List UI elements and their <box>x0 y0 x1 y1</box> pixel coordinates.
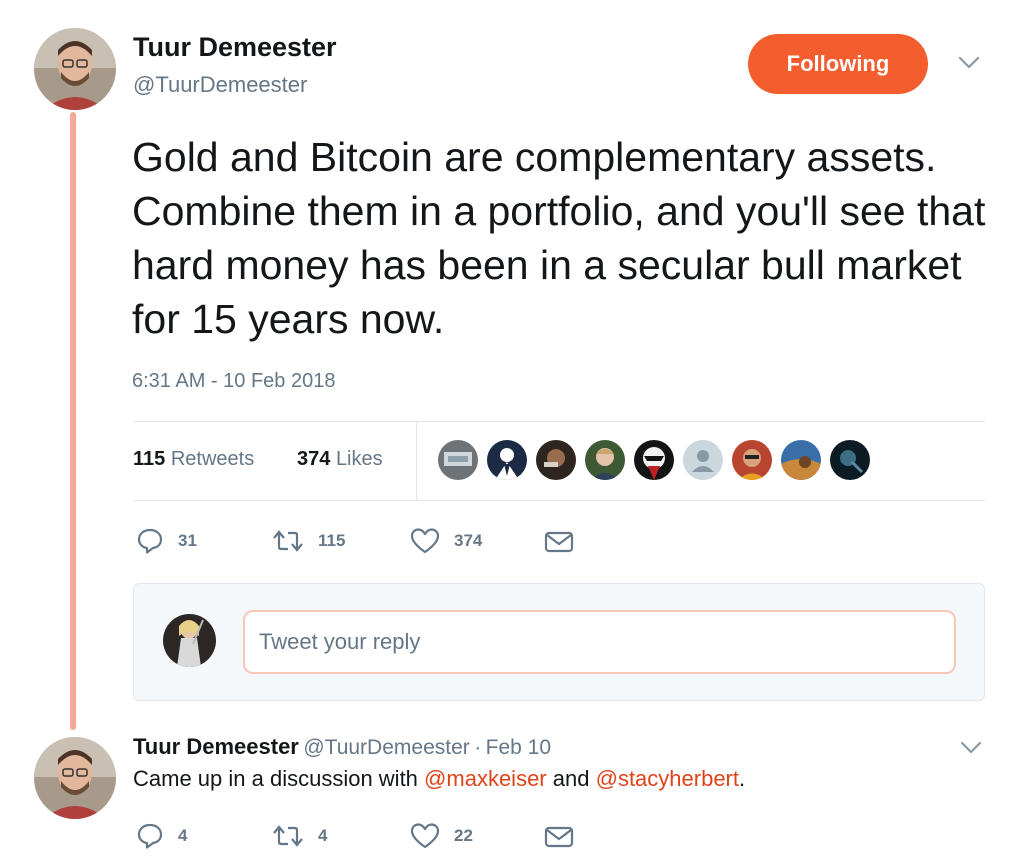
liker-avatar[interactable] <box>732 440 772 480</box>
envelope-icon <box>544 531 574 553</box>
retweet-action[interactable]: 115 <box>272 527 345 555</box>
likes-count: 374 <box>297 448 331 470</box>
liker-avatar[interactable] <box>830 440 870 480</box>
mention-stacyherbert[interactable]: @stacyherbert <box>596 766 739 791</box>
reply-text-middle: and <box>552 766 590 791</box>
reply-retweet-action[interactable]: 4 <box>272 822 327 850</box>
retweet-icon <box>273 530 303 552</box>
author-avatar[interactable] <box>34 28 116 110</box>
liker-avatar[interactable] <box>487 440 527 480</box>
reply-direct-message-action[interactable] <box>544 825 574 849</box>
liker-avatar[interactable] <box>781 440 821 480</box>
likes-stat[interactable]: 374 Likes <box>297 448 383 471</box>
retweets-count: 115 <box>133 448 166 470</box>
reply-author-handle[interactable]: @TuurDemeester <box>303 736 469 759</box>
liker-avatar[interactable] <box>634 440 674 480</box>
reply-retweet-count: 4 <box>318 826 328 845</box>
author-handle[interactable]: @TuurDemeester <box>133 72 307 98</box>
reply-like-action[interactable]: 22 <box>410 822 473 850</box>
reply-text-end: . <box>739 766 746 791</box>
stats-vertical-divider <box>416 422 417 500</box>
current-user-avatar[interactable] <box>163 614 216 667</box>
reply-reply-count: 4 <box>178 826 188 845</box>
thread-connector-line <box>70 112 76 730</box>
reply-count: 31 <box>178 531 197 550</box>
reply-text-start: Came up in a discussion with <box>133 766 418 791</box>
reply-text: Came up in a discussion with @maxkeiser … <box>133 766 745 792</box>
retweets-label: Retweets <box>170 448 255 470</box>
reply-reply-action[interactable]: 4 <box>136 822 187 850</box>
reply-date[interactable]: Feb 10 <box>486 736 551 759</box>
reply-action[interactable]: 31 <box>136 527 197 555</box>
tweet-timestamp[interactable]: 6:31 AM - 10 Feb 2018 <box>132 370 335 393</box>
chevron-down-icon[interactable] <box>958 56 980 75</box>
mention-maxkeiser[interactable]: @maxkeiser <box>424 766 547 791</box>
retweet-icon <box>273 825 303 847</box>
like-count: 374 <box>454 531 483 550</box>
likers-avatars <box>438 440 870 480</box>
reply-meta-separator: · <box>474 736 482 759</box>
likes-label: Likes <box>335 448 383 470</box>
reply-header: Tuur Demeester @TuurDemeester · Feb 10 <box>133 734 551 760</box>
reply-author-name[interactable]: Tuur Demeester <box>133 734 299 759</box>
liker-avatar[interactable] <box>683 440 723 480</box>
following-button[interactable]: Following <box>748 34 928 94</box>
reply-author-avatar[interactable] <box>34 737 116 819</box>
liker-avatar[interactable] <box>536 440 576 480</box>
author-name[interactable]: Tuur Demeester <box>133 32 337 63</box>
retweet-count: 115 <box>318 531 346 550</box>
liker-avatar[interactable] <box>585 440 625 480</box>
heart-icon <box>410 823 440 849</box>
liker-avatar[interactable] <box>438 440 478 480</box>
reply-icon <box>137 528 163 554</box>
retweets-stat[interactable]: 115 Retweets <box>133 448 254 471</box>
tweet-text: Gold and Bitcoin are complementary asset… <box>132 134 986 342</box>
direct-message-action[interactable] <box>544 530 574 554</box>
like-action[interactable]: 374 <box>410 527 482 555</box>
reply-icon <box>137 823 163 849</box>
chevron-down-icon[interactable] <box>960 741 982 760</box>
stats-top-divider <box>133 421 985 422</box>
reply-input[interactable] <box>243 610 956 674</box>
heart-icon <box>410 528 440 554</box>
envelope-icon <box>544 826 574 848</box>
reply-like-count: 22 <box>454 826 473 845</box>
stats-bottom-divider <box>133 500 985 501</box>
